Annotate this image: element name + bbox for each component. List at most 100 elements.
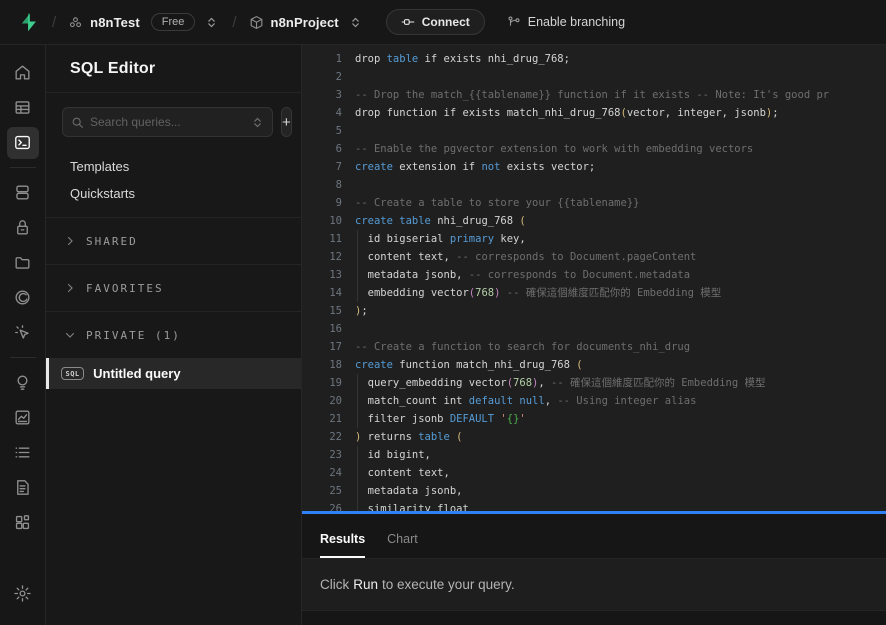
code-text: metadata jsonb, -- corresponds to Docume… <box>342 266 690 284</box>
sidebar-item-quickstarts[interactable]: Quickstarts <box>46 180 301 207</box>
code-line: 26 similarity float <box>302 500 886 511</box>
code-line: 19 query_embedding vector(768), -- 確保這個維… <box>302 374 886 392</box>
code-text <box>342 176 355 194</box>
line-number: 17 <box>302 338 342 356</box>
sort-chevrons-icon[interactable] <box>251 116 264 129</box>
chevron-right-icon <box>64 235 76 247</box>
project-box-icon <box>249 15 264 30</box>
line-number: 15 <box>302 302 342 320</box>
enable-branching-button[interactable]: Enable branching <box>507 15 625 29</box>
line-number: 19 <box>302 374 342 392</box>
settings-icon[interactable] <box>7 578 39 610</box>
code-line: 16 <box>302 320 886 338</box>
org-selector-chevrons[interactable] <box>203 14 220 31</box>
page-title: SQL Editor <box>46 45 301 93</box>
logs-icon[interactable] <box>7 437 39 469</box>
connect-button[interactable]: Connect <box>386 9 485 35</box>
section-favorites-label: FAVORITES <box>86 282 164 295</box>
code-text: -- Drop the match_{{tablename}} function… <box>342 86 829 104</box>
code-text: id bigint, <box>342 446 431 464</box>
code-text: create function match_nhi_drug_768 ( <box>342 356 583 374</box>
org-name: n8nTest <box>90 15 140 30</box>
query-list-item-untitled[interactable]: SQL Untitled query <box>46 358 301 389</box>
tab-results[interactable]: Results <box>320 532 365 558</box>
supabase-logo[interactable] <box>16 10 40 34</box>
chevron-down-icon <box>64 329 76 341</box>
section-private[interactable]: PRIVATE (1) <box>46 311 301 358</box>
code-text: content text, -- corresponds to Document… <box>342 248 696 266</box>
breadcrumb-separator: / <box>48 14 60 31</box>
edge-functions-icon[interactable] <box>7 282 39 314</box>
code-text <box>342 320 355 338</box>
results-tab-bar: Results Chart <box>302 514 886 559</box>
organization-icon <box>68 15 83 30</box>
line-number: 9 <box>302 194 342 212</box>
code-text: drop function if exists match_nhi_drug_7… <box>342 104 779 122</box>
code-text: ); <box>342 302 368 320</box>
auth-icon[interactable] <box>7 212 39 244</box>
code-text: embedding vector(768) -- 確保這個維度匹配你的 Embe… <box>342 284 721 302</box>
line-number: 16 <box>302 320 342 338</box>
code-line: 3-- Drop the match_{{tablename}} functio… <box>302 86 886 104</box>
editor-column: 1drop table if exists nhi_drug_768;23-- … <box>302 45 886 625</box>
code-line: 12 content text, -- corresponds to Docum… <box>302 248 886 266</box>
database-icon[interactable] <box>7 177 39 209</box>
integrations-icon[interactable] <box>7 507 39 539</box>
section-private-label: PRIVATE (1) <box>86 329 181 342</box>
realtime-icon[interactable] <box>7 317 39 349</box>
results-footer-bar <box>302 610 886 625</box>
code-line: 9-- Create a table to store your {{table… <box>302 194 886 212</box>
nav-divider <box>10 357 36 358</box>
sidebar-item-templates[interactable]: Templates <box>46 153 301 180</box>
breadcrumb-org[interactable]: n8nTest Free <box>68 13 195 31</box>
search-queries-box[interactable] <box>62 107 273 137</box>
line-number: 21 <box>302 410 342 428</box>
sql-code-editor[interactable]: 1drop table if exists nhi_drug_768;23-- … <box>302 45 886 511</box>
line-number: 4 <box>302 104 342 122</box>
code-line: 2 <box>302 68 886 86</box>
line-number: 8 <box>302 176 342 194</box>
chevron-right-icon <box>64 282 76 294</box>
line-number: 12 <box>302 248 342 266</box>
sql-editor-icon[interactable] <box>7 127 39 159</box>
code-text: metadata jsonb, <box>342 482 462 500</box>
advisors-icon[interactable] <box>7 367 39 399</box>
code-line: 4drop function if exists match_nhi_drug_… <box>302 104 886 122</box>
plan-badge: Free <box>151 13 196 31</box>
line-number: 18 <box>302 356 342 374</box>
line-number: 1 <box>302 50 342 68</box>
project-selector-chevrons[interactable] <box>347 14 364 31</box>
line-number: 26 <box>302 500 342 511</box>
line-number: 23 <box>302 446 342 464</box>
section-shared-label: SHARED <box>86 235 138 248</box>
line-number: 5 <box>302 122 342 140</box>
line-number: 22 <box>302 428 342 446</box>
code-line: 7create extension if not exists vector; <box>302 158 886 176</box>
code-text: content text, <box>342 464 450 482</box>
code-text: match_count int default null, -- Using i… <box>342 392 696 410</box>
storage-icon[interactable] <box>7 247 39 279</box>
reports-icon[interactable] <box>7 402 39 434</box>
line-number: 25 <box>302 482 342 500</box>
code-text: create extension if not exists vector; <box>342 158 595 176</box>
results-message-prefix: Click <box>320 577 349 592</box>
breadcrumb-project[interactable]: n8nProject <box>249 15 339 30</box>
code-line: 18create function match_nhi_drug_768 ( <box>302 356 886 374</box>
code-text <box>342 122 355 140</box>
search-queries-input[interactable] <box>90 115 245 129</box>
code-line: 5 <box>302 122 886 140</box>
section-shared[interactable]: SHARED <box>46 217 301 264</box>
table-editor-icon[interactable] <box>7 92 39 124</box>
api-docs-icon[interactable] <box>7 472 39 504</box>
enable-branching-label: Enable branching <box>528 15 625 29</box>
section-favorites[interactable]: FAVORITES <box>46 264 301 311</box>
search-row: + <box>46 93 301 147</box>
code-text: filter jsonb DEFAULT '{}' <box>342 410 526 428</box>
tab-chart[interactable]: Chart <box>387 532 418 558</box>
code-text: create table nhi_drug_768 ( <box>342 212 526 230</box>
code-line: 21 filter jsonb DEFAULT '{}' <box>302 410 886 428</box>
code-line: 22) returns table ( <box>302 428 886 446</box>
home-icon[interactable] <box>7 57 39 89</box>
new-query-button[interactable]: + <box>281 107 292 137</box>
code-text: similarity float <box>342 500 469 511</box>
